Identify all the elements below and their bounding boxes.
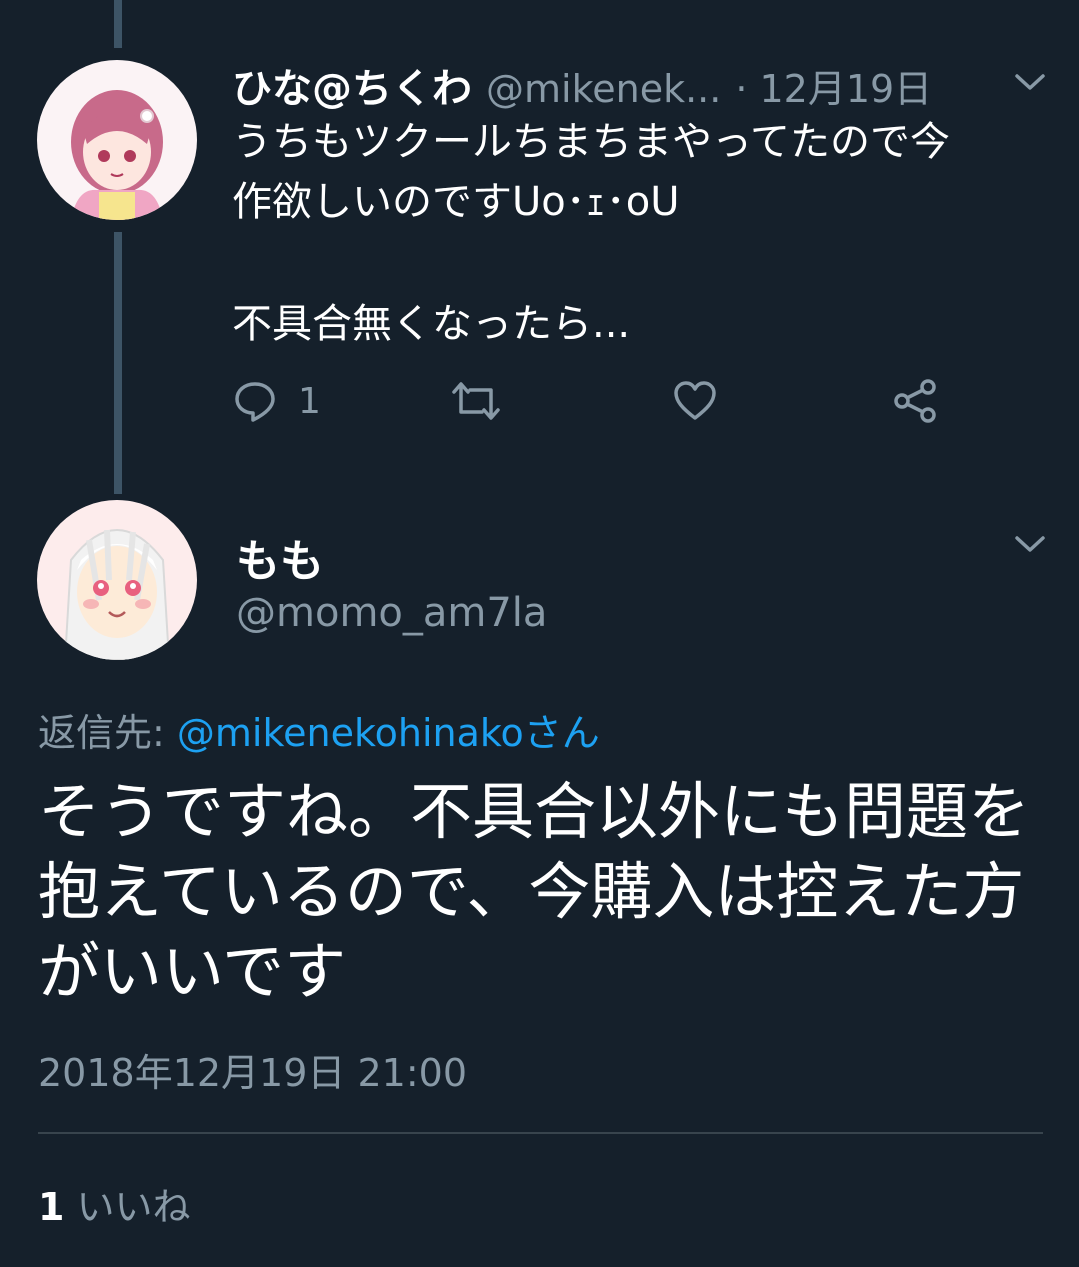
menu-chevron-icon[interactable]: [1012, 70, 1048, 94]
like-count: 1: [38, 1185, 65, 1229]
thread-connector: [114, 232, 122, 494]
tweet1-text-line: 不具合無くなったら...: [232, 301, 631, 347]
menu-chevron-icon[interactable]: [1012, 532, 1048, 556]
tweet1-header: ひな@ちくわ @mikenek... · 12月19日: [232, 56, 932, 114]
tweet1-date[interactable]: · 12月19日: [735, 58, 932, 113]
likes-summary[interactable]: 1 いいね: [38, 1176, 190, 1231]
like-label: いいね: [76, 1185, 191, 1229]
tweet1-display-name[interactable]: ひな@ちくわ: [232, 56, 472, 114]
thread-connector-top: [114, 0, 122, 48]
reply-to-link[interactable]: @mikenekohinakoさん: [177, 711, 600, 755]
reply-button[interactable]: 1: [232, 378, 321, 424]
retweet-button[interactable]: [448, 378, 504, 424]
tweet2-handle[interactable]: @momo_am7la: [236, 590, 547, 636]
like-icon: [674, 381, 716, 420]
tweet1-handle[interactable]: @mikenek...: [486, 67, 721, 111]
avatar-momo-image: [37, 500, 197, 660]
tweet1-actions: 1: [232, 378, 992, 432]
share-button[interactable]: [892, 378, 938, 424]
share-icon: [894, 379, 936, 423]
tweet1-text-line: 作欲しいのですUo･ｪ･oU: [232, 179, 680, 225]
retweet-icon: [452, 382, 500, 420]
avatar-hina-image: [37, 60, 197, 220]
reply-count: 1: [298, 380, 321, 422]
like-button[interactable]: [672, 378, 718, 424]
divider: [38, 1132, 1043, 1134]
tweet1-text: うちもツクールちまちまやってたので今 作欲しいのですUo･ｪ･oU 不具合無くな…: [232, 112, 1052, 354]
reply-icon: [235, 382, 275, 422]
tweet2-display-name[interactable]: もも: [236, 525, 324, 589]
tweet1-text-line: うちもツクールちまちまやってたので今: [232, 119, 950, 165]
avatar-hina[interactable]: [37, 60, 197, 220]
tweet2-text: そうですね。不具合以外にも問題を抱えているので、今購入は控えた方がいいです: [38, 775, 1031, 1008]
tweet2-timestamp[interactable]: 2018年12月19日 21:00: [38, 1042, 467, 1097]
reply-to-label: 返信先:: [38, 711, 177, 755]
avatar-momo[interactable]: [37, 500, 197, 660]
reply-to-line: 返信先: @mikenekohinakoさん: [38, 702, 600, 757]
